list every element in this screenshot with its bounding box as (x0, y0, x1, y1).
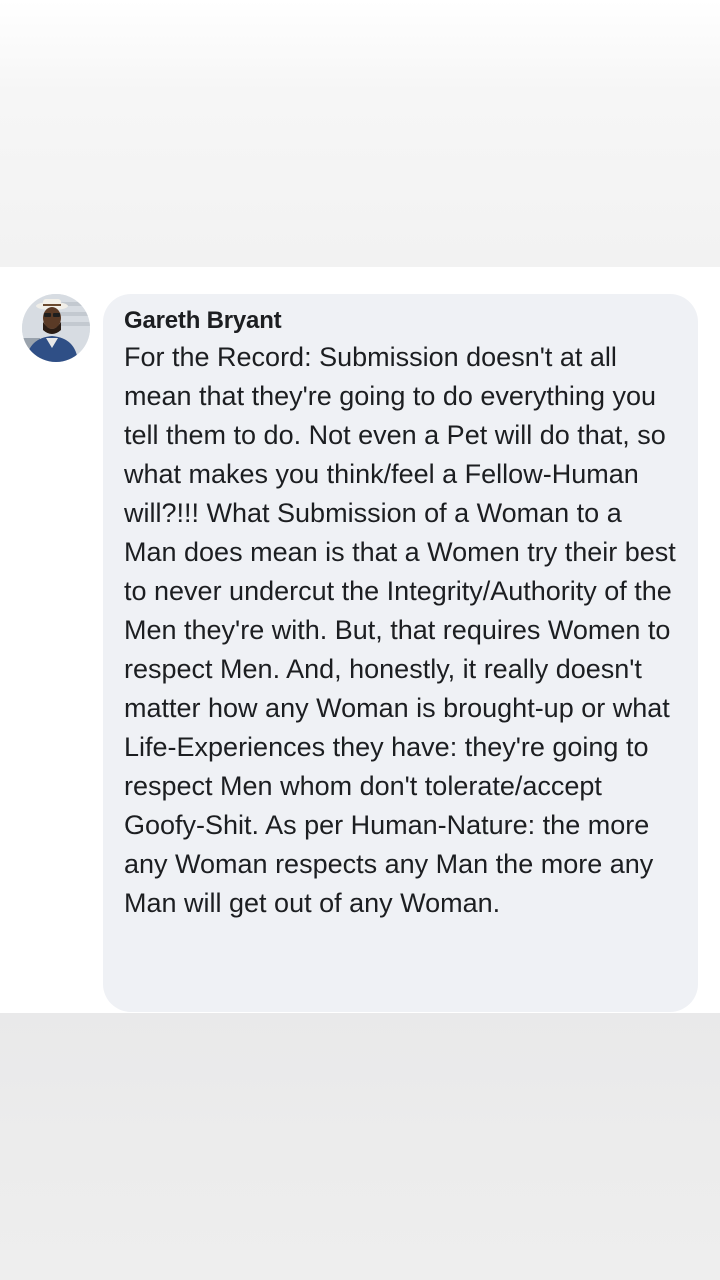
comment-bubble: Gareth Bryant For the Record: Submission… (103, 294, 698, 1012)
bottom-background-band (0, 1013, 720, 1280)
top-background-band (0, 0, 720, 267)
comment-text: For the Record: Submission doesn't at al… (124, 342, 676, 918)
profile-avatar[interactable] (22, 294, 90, 362)
profile-photo-icon (22, 294, 90, 362)
comment-author-name[interactable]: Gareth Bryant (124, 307, 678, 335)
